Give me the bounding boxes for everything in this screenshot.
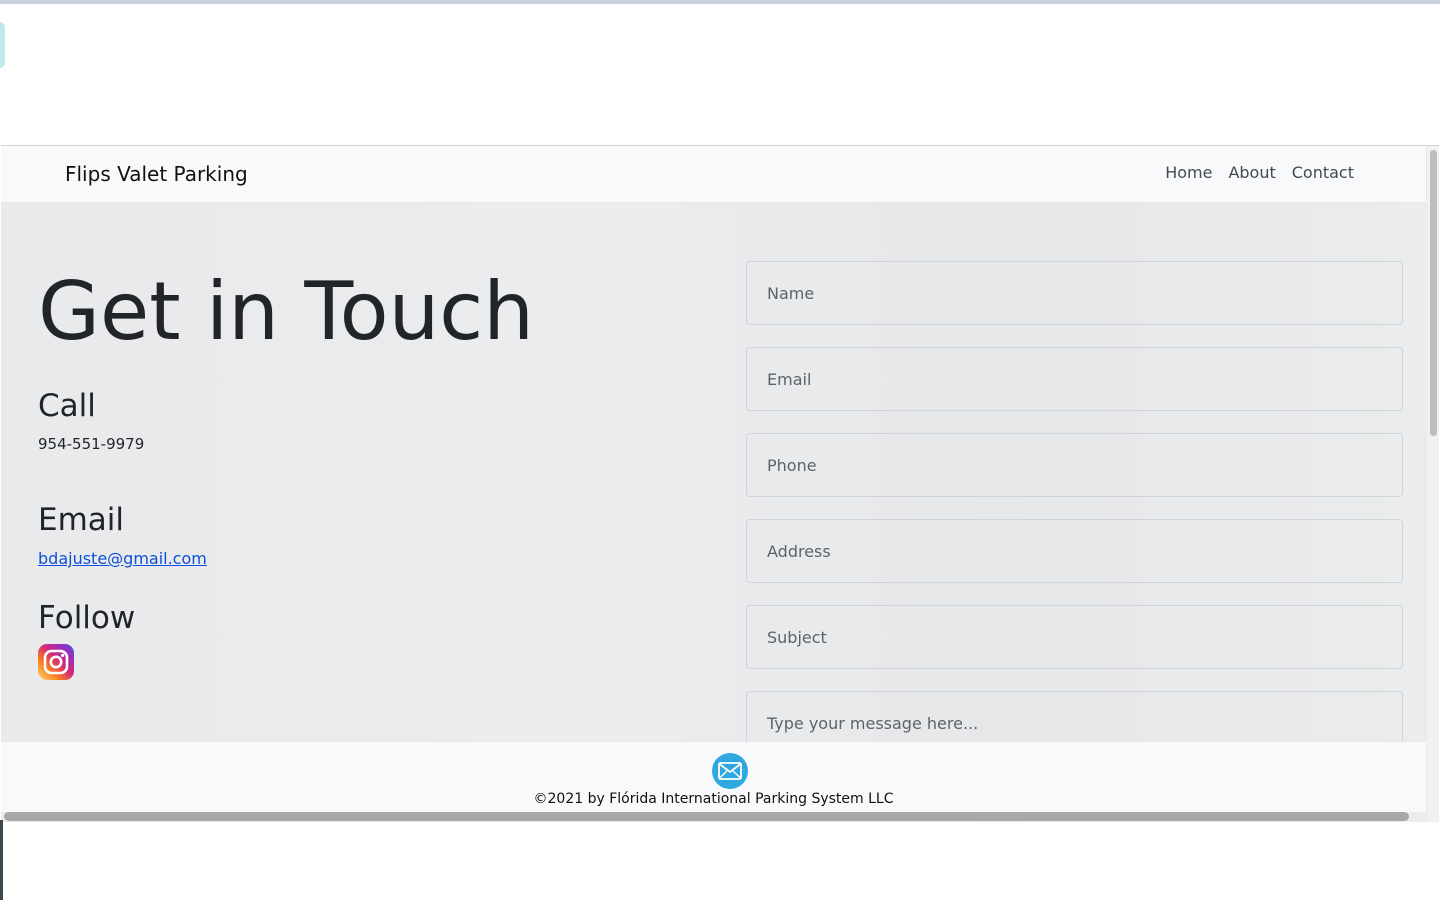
footer: ©2021 by Flórida International Parking S…: [1, 742, 1426, 812]
contact-page: Flips Valet Parking Home About Contact G…: [1, 146, 1426, 822]
window-edge-decoration-bottom: [0, 820, 3, 900]
follow-heading: Follow: [38, 600, 136, 636]
vertical-scrollbar-thumb[interactable]: [1430, 150, 1437, 436]
navbar: Flips Valet Parking Home About Contact: [1, 146, 1426, 202]
email-input[interactable]: [746, 347, 1403, 411]
email-link[interactable]: bdajuste@gmail.com: [38, 549, 207, 568]
nav-link-contact[interactable]: Contact: [1292, 163, 1354, 182]
call-heading: Call: [38, 388, 96, 424]
email-heading: Email: [38, 502, 125, 538]
nav-links: Home About Contact: [1165, 163, 1354, 182]
vertical-scrollbar-track[interactable]: [1427, 146, 1439, 822]
nav-link-home[interactable]: Home: [1165, 163, 1212, 182]
brand-link[interactable]: Flips Valet Parking: [65, 162, 248, 186]
page-frame: Flips Valet Parking Home About Contact G…: [1, 145, 1439, 822]
address-input[interactable]: [746, 519, 1403, 583]
phone-number: 954-551-9979: [38, 435, 145, 453]
mail-icon[interactable]: [712, 753, 748, 789]
nav-link-about[interactable]: About: [1228, 163, 1275, 182]
subject-input[interactable]: [746, 605, 1403, 669]
browser-top-strip: [0, 0, 1440, 4]
instagram-icon[interactable]: [38, 644, 74, 680]
copyright-text: ©2021 by Flórida International Parking S…: [533, 791, 894, 807]
phone-input[interactable]: [746, 433, 1403, 497]
window-edge-decoration: [0, 22, 5, 68]
page-title: Get in Touch: [38, 265, 534, 358]
name-input[interactable]: [746, 261, 1403, 325]
horizontal-scrollbar[interactable]: [4, 812, 1409, 821]
